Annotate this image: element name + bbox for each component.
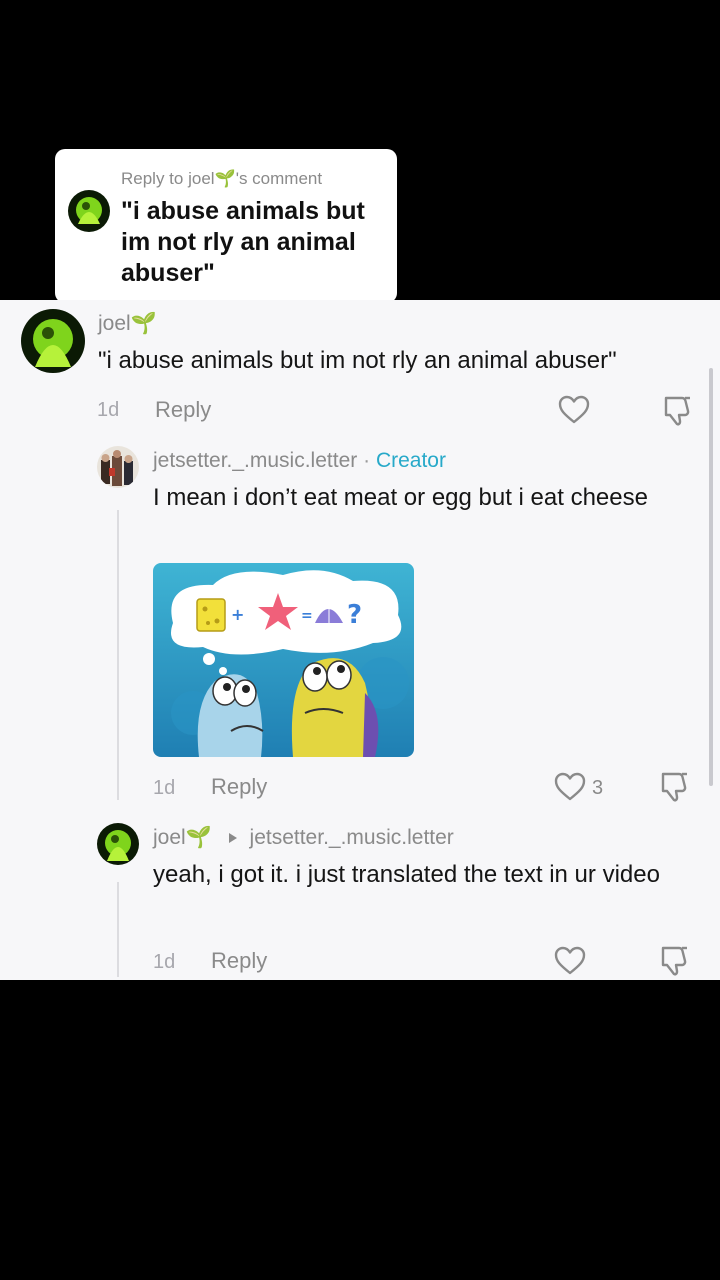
dislike-icon[interactable] bbox=[659, 945, 689, 982]
comment-timestamp: 1d bbox=[153, 777, 176, 799]
heart-outline-icon[interactable] bbox=[554, 946, 586, 981]
creator-badge: Creator bbox=[375, 449, 446, 472]
thread-line bbox=[117, 510, 119, 800]
avatar[interactable] bbox=[21, 309, 85, 373]
comment-text: yeah, i got it. i just translated the te… bbox=[153, 861, 660, 888]
reply-arrow-icon bbox=[228, 826, 238, 850]
heart-outline-icon[interactable] bbox=[558, 395, 590, 430]
comment-image[interactable]: + = ? bbox=[153, 563, 414, 757]
avatar[interactable] bbox=[97, 446, 139, 488]
comment-header: joel🌱 jetsetter._.music.letter bbox=[153, 826, 454, 850]
like-count: 3 bbox=[592, 777, 604, 799]
dislike-icon[interactable] bbox=[659, 771, 689, 808]
reply-button[interactable]: Reply bbox=[211, 948, 267, 974]
thread-line bbox=[117, 882, 119, 977]
comment-text: "i abuse animals but im not rly an anima… bbox=[98, 347, 617, 374]
comment-header: jetsetter._.music.letter · Creator bbox=[153, 449, 446, 473]
reply-sticker-header: Reply to joel🌱's comment bbox=[121, 169, 323, 188]
comment-username[interactable]: jetsetter._.music.letter bbox=[153, 449, 357, 472]
reply-button[interactable]: Reply bbox=[211, 774, 267, 800]
scrollbar[interactable] bbox=[709, 368, 713, 786]
svg-text:=: = bbox=[301, 608, 313, 624]
comment-text: I mean i don’t eat meat or egg but i eat… bbox=[153, 484, 648, 511]
reply-to-username[interactable]: jetsetter._.music.letter bbox=[250, 826, 454, 849]
comment-username[interactable]: joel🌱 bbox=[98, 312, 157, 336]
reply-button[interactable]: Reply bbox=[155, 397, 211, 423]
separator-dot: · bbox=[363, 449, 371, 472]
svg-text:+: + bbox=[231, 605, 244, 624]
heart-outline-icon[interactable] bbox=[554, 772, 586, 807]
dislike-icon[interactable] bbox=[662, 395, 692, 432]
comment-timestamp: 1d bbox=[153, 951, 176, 973]
avatar bbox=[68, 190, 110, 232]
comment-timestamp: 1d bbox=[97, 399, 120, 421]
comment-username[interactable]: joel🌱 bbox=[153, 826, 212, 849]
svg-text:?: ? bbox=[347, 600, 362, 630]
reply-sticker-quote: "i abuse animals but im not rly an anima… bbox=[121, 197, 365, 287]
avatar[interactable] bbox=[97, 823, 139, 865]
